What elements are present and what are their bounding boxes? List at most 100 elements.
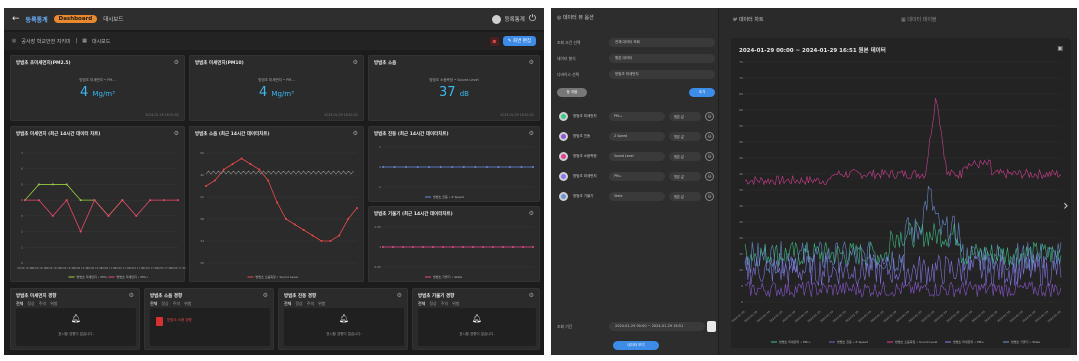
alert-tab-all[interactable]: 전체 [418,301,425,307]
series-remove-icon[interactable]: ⊖ [705,152,714,161]
series-device-label: 방범초 소음측정 [573,154,597,158]
edit-screen-label: 화면 편집 [513,39,531,44]
series-metric-select[interactable]: Sound Level [609,152,665,161]
y-tick-label: 65 [739,92,743,96]
alert-tab-danger[interactable]: 위험 [184,301,191,307]
series-agg-select[interactable]: 원본 값 [669,132,701,141]
series-color-dot[interactable] [559,112,568,121]
condition-select[interactable]: 전체 데이터 조회 [609,38,715,47]
series-metric-select[interactable]: PM₁₀ [609,172,665,181]
timestamp: 2024.01.29 16:51:52 [500,113,534,117]
edit-screen-button[interactable]: ✎ 화면 편집 [502,36,536,46]
delete-button[interactable]: ▪ [489,36,499,46]
card-title: 방범초 미세먼지(PM10) [195,61,244,66]
tab-data-chart[interactable]: ⊯ 데이터 차트 [733,16,764,23]
more-icon[interactable]: ⚙ [529,210,534,217]
grid-icon: ▦ [82,38,87,44]
user-name[interactable]: 등록통계 [505,15,525,23]
series-remove-icon[interactable]: ⊖ [705,132,714,141]
format-select[interactable]: 원본 데이터 [609,54,715,63]
alert-tab-danger[interactable]: 위험 [50,301,57,307]
alert-tab-all[interactable]: 전체 [150,301,157,307]
series-agg-select[interactable]: 원본 값 [669,112,701,121]
series-remove-icon[interactable]: ⊖ [705,172,714,181]
series-color-dot[interactable] [559,192,568,201]
device-select[interactable]: 방범초 미세먼지 [609,70,715,79]
series-agg-select[interactable]: 원본 값 [669,172,701,181]
add-button[interactable]: 추가 [689,88,715,97]
bell-icon: 🔔︎ [471,314,483,323]
more-icon[interactable]: ⚙ [529,59,534,66]
y-tick-label: 38 [200,217,204,221]
series-agg-select[interactable]: 원본 값 [669,152,701,161]
data-point [416,166,419,168]
alert-tab-normal[interactable]: 정상 [429,301,436,307]
data-point [428,166,431,168]
more-icon[interactable]: ⚙ [529,130,534,137]
power-icon[interactable]: ⏻ [529,14,536,24]
data-point [338,234,341,237]
chart-heading: 2024-01-29 00:00 ~ 2024-01-29 16:51 원본 데… [739,48,886,54]
period-field[interactable]: 2024-01-29 00:00 ~ 2024-01-29 16:51 [609,322,705,331]
data-point [51,183,54,186]
breadcrumb-site[interactable]: 공사장 학교안전 지키미 [21,38,70,45]
series-remove-icon[interactable]: ⊖ [705,192,714,201]
data-point [51,214,54,217]
more-icon[interactable]: ⚙ [353,59,358,66]
data-point [302,229,305,231]
series-agg-select[interactable]: 원본 값 [669,192,701,201]
series-color-dot[interactable] [559,132,568,141]
more-icon[interactable]: ⚙ [174,130,179,137]
y-tick-label: 1 [379,145,381,149]
calendar-icon[interactable] [707,321,716,332]
series-remove-icon[interactable]: ⊖ [705,112,714,121]
data-point [311,234,314,237]
alert-tab-normal[interactable]: 정상 [161,301,168,307]
data-point [472,246,474,248]
alert-tab-caution[interactable]: 주의 [441,301,448,307]
series-metric-select[interactable]: State [609,192,665,201]
back-arrow-icon[interactable]: ← [12,14,20,24]
condition-label: 조회 조건 선택 [557,40,581,45]
dashboard-screen: ← 등록통계 Dashboard 대시보드 등록통계 ⏻ ◎ 공사장 학교안전 … [4,8,544,355]
alert-tab-all[interactable]: 전체 [284,301,291,307]
more-icon[interactable]: ⚙ [353,130,358,137]
more-icon[interactable]: ⚙ [529,292,534,299]
more-icon[interactable]: ⚙ [129,292,134,299]
remove-button[interactable]: 등 지움 [557,88,587,97]
avatar[interactable] [491,14,501,24]
series-metric-select[interactable]: PM₂.₅ [609,112,665,121]
alert-tab-caution[interactable]: 주의 [307,301,314,307]
alert-tab-normal[interactable]: 정상 [295,301,302,307]
alert-tab-all[interactable]: 전체 [16,301,23,307]
series-color-dot[interactable] [559,152,568,161]
y-tick-label: 30 [739,204,743,208]
alert-tab-normal[interactable]: 정상 [27,301,34,307]
tab-data-table[interactable]: ▦ 데이터 테이블 [901,16,937,23]
series-metric-select[interactable]: Z Speed [609,132,665,141]
tab-chart-label: 데이터 차트 [738,17,764,23]
more-icon[interactable]: ⚙ [174,59,179,66]
data-point [405,166,408,168]
sound-baseline-series [205,170,354,175]
series-color-dot[interactable] [559,172,568,181]
next-arrow-icon[interactable]: › [1063,198,1069,214]
fullscreen-icon[interactable]: ▣ [1057,45,1063,52]
alert-tab-caution[interactable]: 주의 [173,301,180,307]
alert-tab-danger[interactable]: 위험 [452,301,459,307]
dust-chart-card: 방범초 미세먼지 (최근 14시간 데이터 차트) ⚙ 0 1 2 3 4 5 6 7 03/0… [10,126,186,282]
more-icon[interactable]: ⚙ [397,292,402,299]
alert-tab-danger[interactable]: 위험 [318,301,325,307]
view-data-button[interactable]: 데이터 보기 [613,341,659,350]
alert-item[interactable]: 방범초 소음 경향 [167,318,192,323]
legend-label: 방범초 진동 • Z Speed [837,339,868,344]
legend-label: 방범초 소음측정 • Sound Level [895,339,937,344]
alert-tab-caution[interactable]: 주의 [39,301,46,307]
timestamp: 2024.01.29 16:51:52 [324,113,358,117]
legend-label: 방범초 진동 • Z Speed [433,194,464,199]
data-point [293,223,296,226]
more-icon[interactable]: ⚙ [263,292,268,299]
brand-logo[interactable]: 등록통계 [26,15,48,24]
dashboard-pill[interactable]: Dashboard [53,15,98,23]
x-tick-label: 03/08 17:50 [170,266,186,270]
